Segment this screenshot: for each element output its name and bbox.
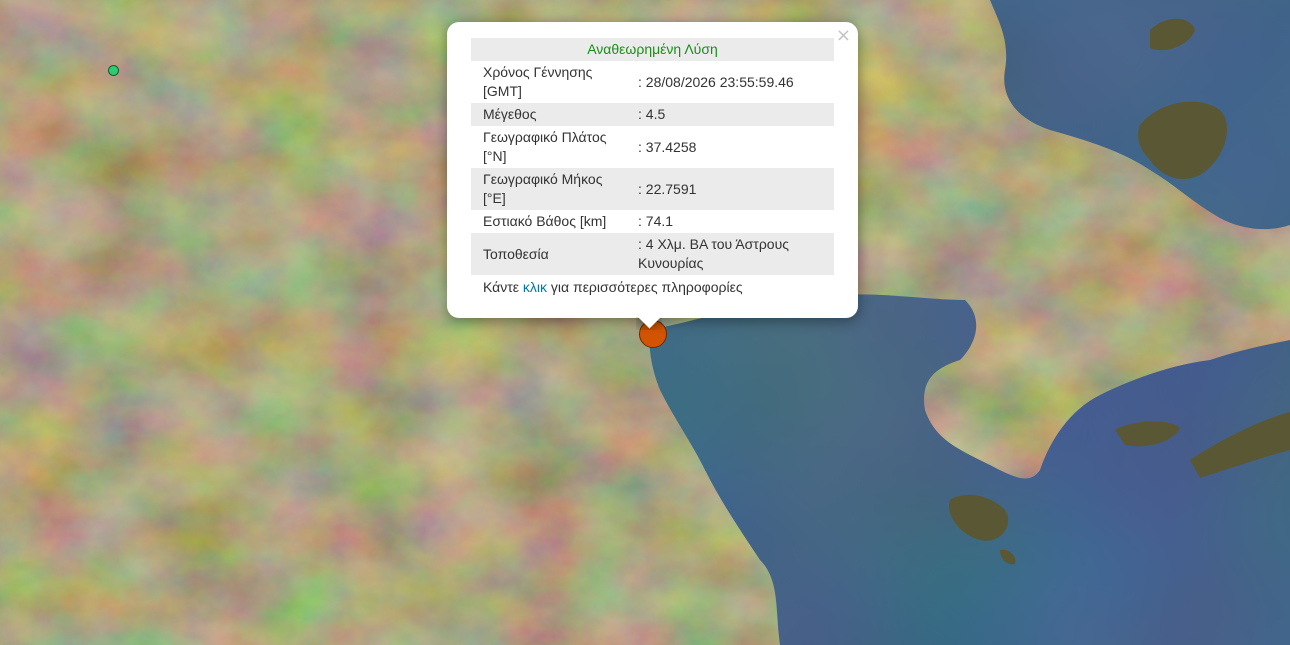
row-label: Τοποθεσία (471, 233, 626, 275)
row-label: Γεωγραφικό Μήκος [°E] (471, 168, 626, 210)
table-row: Εστιακό Βάθος [km] : 74.1 (471, 210, 834, 233)
earthquake-marker-secondary[interactable] (108, 65, 119, 76)
row-value: : 4.5 (626, 103, 834, 126)
table-row: Μέγεθος : 4.5 (471, 103, 834, 126)
table-row: Γεωγραφικό Πλάτος [°N] : 37.4258 (471, 126, 834, 168)
row-value: : 4 Χλμ. ΒΑ του Άστρους Κυνουρίας (626, 233, 834, 275)
row-value: : 22.7591 (626, 168, 834, 210)
info-table: Αναθεωρημένη Λύση Χρόνος Γέννησης [GMT] … (471, 38, 834, 275)
row-label: Γεωγραφικό Πλάτος [°N] (483, 129, 607, 164)
more-info-link[interactable]: κλικ (523, 279, 547, 295)
more-info-prefix: Κάντε (483, 279, 523, 295)
row-label: Μέγεθος (471, 103, 626, 126)
table-row: Γεωγραφικό Μήκος [°E] : 22.7591 (471, 168, 834, 210)
header-row: Αναθεωρημένη Λύση (471, 38, 834, 61)
popup-title: Αναθεωρημένη Λύση (471, 38, 834, 61)
more-info-text: Κάντε κλικ για περισσότερες πληροφορίες (471, 275, 834, 299)
close-icon[interactable]: × (836, 25, 851, 47)
table-row: Χρόνος Γέννησης [GMT] : 28/08/2026 23:55… (471, 61, 834, 103)
row-label: Εστιακό Βάθος [km] (483, 213, 607, 229)
row-value: : 28/08/2026 23:55:59.46 (638, 73, 794, 90)
earthquake-info-popup: × Αναθεωρημένη Λύση Χρόνος Γέννησης [GMT… (447, 22, 858, 329)
table-row: Τοποθεσία : 4 Χλμ. ΒΑ του Άστρους Κυνουρ… (471, 233, 834, 275)
row-value: : 74.1 (638, 213, 674, 229)
row-label: Χρόνος Γέννησης [GMT] (483, 64, 593, 99)
popup-tip (636, 317, 662, 330)
more-info-suffix: για περισσότερες πληροφορίες (547, 279, 743, 295)
row-value: : 37.4258 (638, 138, 697, 155)
